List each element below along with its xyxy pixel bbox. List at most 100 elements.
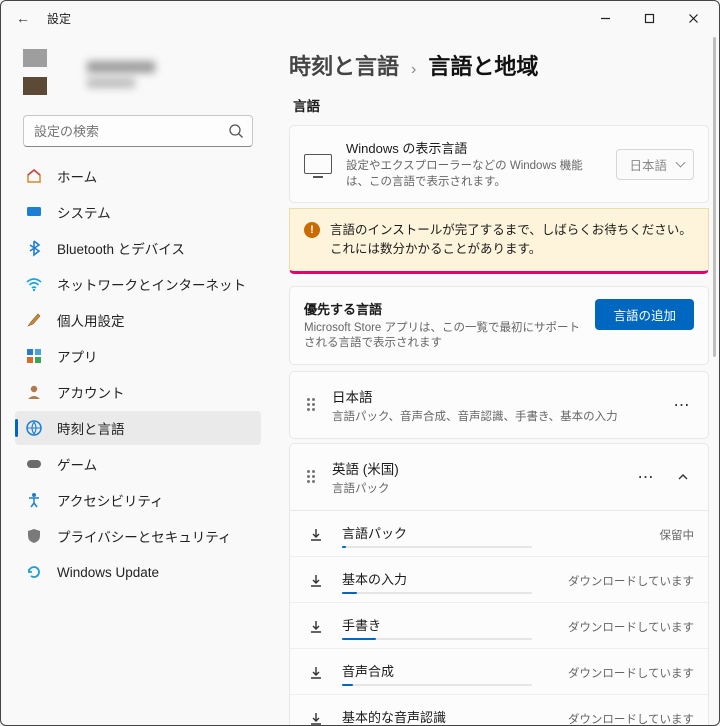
language-name: 日本語: [332, 386, 656, 406]
download-icon: [308, 665, 324, 681]
breadcrumb-sep: ›: [411, 61, 416, 79]
breadcrumb: 時刻と言語 › 言語と地域: [289, 49, 709, 81]
scrollbar[interactable]: [712, 37, 717, 719]
wifi-icon: [25, 275, 43, 293]
nav-apps[interactable]: アプリ: [15, 339, 261, 373]
titlebar: ← 設定: [1, 1, 719, 35]
nav-label: ホーム: [57, 166, 97, 186]
download-row: 言語パック 保留中: [290, 511, 708, 557]
language-features: 言語パック: [332, 480, 620, 496]
warning-icon: !: [304, 222, 320, 238]
nav-accessibility[interactable]: アクセシビリティ: [15, 483, 261, 517]
download-label: 言語パック: [342, 523, 642, 542]
more-button[interactable]: ⋯: [670, 395, 694, 415]
nav-label: ネットワークとインターネット: [57, 274, 246, 294]
nav-time-language[interactable]: 時刻と言語: [15, 411, 261, 445]
breadcrumb-current: 言語と地域: [428, 49, 538, 81]
nav-label: システム: [57, 202, 111, 222]
download-row: 基本的な音声認識 ダウンロードしています: [290, 695, 708, 725]
download-icon: [308, 527, 324, 543]
download-label: 基本の入力: [342, 569, 550, 588]
minimize-button[interactable]: [583, 3, 627, 33]
search-icon: [228, 123, 244, 139]
display-language-title: Windows の表示言語: [346, 138, 602, 157]
nav-network[interactable]: ネットワークとインターネット: [15, 267, 261, 301]
nav-label: 個人用設定: [57, 310, 125, 330]
window-title: 設定: [47, 10, 71, 27]
download-label: 基本的な音声認識: [342, 707, 550, 725]
nav-label: アクセシビリティ: [57, 490, 164, 510]
preferred-languages-card: 優先する言語 Microsoft Store アプリは、この一覧で最初にサポート…: [289, 286, 709, 365]
warning-text: 言語のインストールが完了するまで、しばらくお待ちください。これには数分かかること…: [330, 221, 694, 259]
monitor-icon: [304, 154, 332, 174]
maximize-button[interactable]: [627, 3, 671, 33]
display-language-card[interactable]: Windows の表示言語 設定やエクスプローラーなどの Windows 機能は…: [289, 125, 709, 203]
nav-label: Bluetooth とデバイス: [57, 238, 185, 258]
nav-windows-update[interactable]: Windows Update: [15, 555, 261, 589]
collapse-button[interactable]: [672, 466, 694, 488]
back-button[interactable]: ←: [11, 6, 35, 30]
home-icon: [25, 167, 43, 185]
nav-label: プライバシーとセキュリティ: [57, 526, 231, 546]
clock-globe-icon: [25, 419, 43, 437]
language-item-english-us[interactable]: 英語 (米国) 言語パック ⋯: [289, 443, 709, 511]
account-icon: [25, 383, 43, 401]
apps-icon: [25, 347, 43, 365]
nav-label: アプリ: [57, 346, 98, 366]
download-icon: [308, 619, 324, 635]
nav-bluetooth[interactable]: Bluetooth とデバイス: [15, 231, 261, 265]
add-language-button[interactable]: 言語の追加: [595, 299, 694, 330]
search-box[interactable]: [23, 115, 253, 147]
install-warning: ! 言語のインストールが完了するまで、しばらくお待ちください。これには数分かかる…: [289, 208, 709, 274]
download-row: 音声合成 ダウンロードしています: [290, 649, 708, 695]
nav-personalization[interactable]: 個人用設定: [15, 303, 261, 337]
download-status: 保留中: [660, 527, 695, 543]
search-input[interactable]: [34, 124, 228, 139]
display-language-sub: 設定やエクスプローラーなどの Windows 機能は、この言語で表示されます。: [346, 159, 602, 190]
nav-gaming[interactable]: ゲーム: [15, 447, 261, 481]
update-icon: [25, 563, 43, 581]
nav-privacy[interactable]: プライバシーとセキュリティ: [15, 519, 261, 553]
drag-handle-icon[interactable]: [304, 470, 318, 483]
more-button[interactable]: ⋯: [634, 467, 658, 487]
download-icon: [308, 573, 324, 589]
language-name: 英語 (米国): [332, 458, 620, 478]
download-icon: [308, 711, 324, 725]
accessibility-icon: [25, 491, 43, 509]
language-item-japanese[interactable]: 日本語 言語パック、音声合成、音声認識、手書き、基本の入力 ⋯: [289, 371, 709, 439]
download-status: ダウンロードしています: [568, 665, 694, 681]
system-icon: [25, 203, 43, 221]
user-name: [87, 61, 155, 88]
main-content: 時刻と言語 › 言語と地域 言語 Windows の表示言語 設定やエクスプロー…: [273, 35, 719, 725]
nav-home[interactable]: ホーム: [15, 159, 261, 193]
download-status: ダウンロードしています: [568, 711, 694, 725]
nav-label: アカウント: [57, 382, 125, 402]
profile[interactable]: [5, 43, 267, 111]
drag-handle-icon[interactable]: [304, 398, 318, 411]
nav-label: 時刻と言語: [57, 418, 125, 438]
sidebar: ホーム システム Bluetooth とデバイス ネットワークとインターネット …: [1, 35, 273, 725]
nav-system[interactable]: システム: [15, 195, 261, 229]
display-language-select[interactable]: 日本語: [616, 149, 694, 180]
preferred-title: 優先する言語: [304, 299, 581, 318]
preferred-sub: Microsoft Store アプリは、この一覧で最初にサポートされる言語で表…: [304, 321, 581, 352]
breadcrumb-parent[interactable]: 時刻と言語: [289, 49, 399, 81]
download-label: 音声合成: [342, 661, 550, 680]
shield-icon: [25, 527, 43, 545]
avatar: [23, 49, 73, 99]
download-status: ダウンロードしています: [568, 573, 694, 589]
nav-label: ゲーム: [57, 454, 97, 474]
nav-accounts[interactable]: アカウント: [15, 375, 261, 409]
download-status: ダウンロードしています: [568, 619, 694, 635]
brush-icon: [25, 311, 43, 329]
section-language-label: 言語: [293, 95, 709, 115]
language-features: 言語パック、音声合成、音声認識、手書き、基本の入力: [332, 408, 656, 424]
download-row: 手書き ダウンロードしています: [290, 603, 708, 649]
download-row: 基本の入力 ダウンロードしています: [290, 557, 708, 603]
nav-list: ホーム システム Bluetooth とデバイス ネットワークとインターネット …: [5, 159, 267, 589]
gaming-icon: [25, 455, 43, 473]
download-label: 手書き: [342, 615, 550, 634]
bluetooth-icon: [25, 239, 43, 257]
nav-label: Windows Update: [57, 565, 159, 580]
close-button[interactable]: [671, 3, 715, 33]
